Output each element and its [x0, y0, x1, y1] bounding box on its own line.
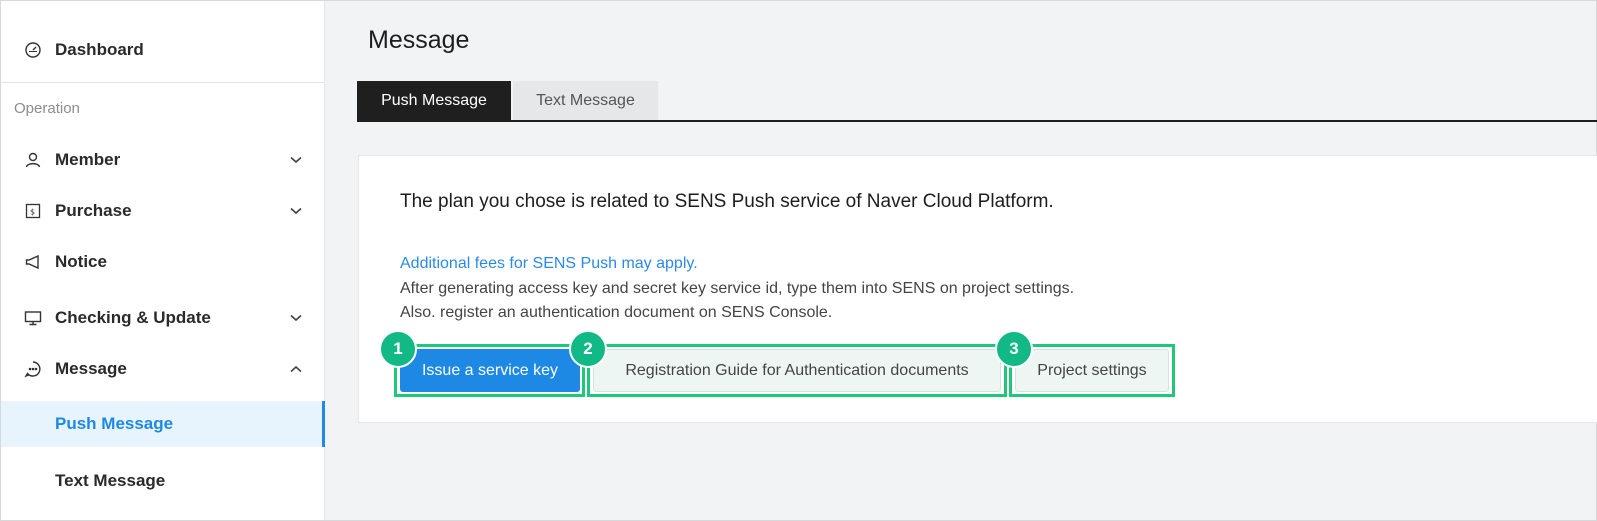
tab-underline [357, 120, 1597, 122]
sidebar: Dashboard Operation Member $ Purchase No… [1, 1, 325, 520]
description-line: After generating access key and secret k… [400, 280, 1075, 297]
divider [1, 82, 325, 83]
sidebar-item-label: Checking & Update [55, 308, 211, 327]
sidebar-item-label: Member [55, 150, 121, 169]
tab-bar: Push Message Text Message [357, 81, 658, 121]
gauge-icon [23, 40, 43, 60]
sidebar-item-label: Notice [55, 252, 107, 271]
page-title: Message [368, 26, 470, 54]
step-badge: 1 [379, 330, 417, 368]
monitor-icon [23, 308, 43, 328]
sidebar-item-label: Message [55, 359, 127, 378]
sidebar-subitem-push-message[interactable]: Push Message [1, 401, 325, 447]
step-badge: 3 [995, 330, 1033, 368]
fees-link[interactable]: Additional fees for SENS Push may apply. [400, 255, 698, 273]
card-title: The plan you chose is related to SENS Pu… [400, 191, 1054, 212]
receipt-icon: $ [23, 201, 43, 221]
sidebar-item-label: Dashboard [55, 40, 144, 59]
svg-text:$: $ [30, 208, 35, 217]
sidebar-item-dashboard[interactable]: Dashboard [1, 28, 325, 72]
project-settings-button[interactable]: Project settings [1015, 349, 1169, 392]
chevron-down-icon [289, 311, 303, 325]
sidebar-subitem-label: Push Message [55, 414, 174, 433]
sidebar-item-notice[interactable]: Notice [1, 240, 325, 284]
sidebar-item-label: Purchase [55, 201, 132, 220]
sidebar-item-message[interactable]: Message [1, 347, 325, 391]
megaphone-icon [23, 252, 43, 272]
sidebar-item-member[interactable]: Member [1, 138, 325, 182]
tab-push-message[interactable]: Push Message [357, 81, 511, 121]
registration-guide-button[interactable]: Registration Guide for Authentication do… [593, 349, 1001, 392]
sidebar-subitem-text-message[interactable]: Text Message [1, 458, 325, 504]
chat-icon [23, 359, 43, 379]
chevron-down-icon [289, 204, 303, 218]
description-line: Also. register an authentication documen… [400, 304, 833, 321]
user-icon [23, 150, 43, 170]
chevron-up-icon [289, 362, 303, 376]
sidebar-subitem-label: Text Message [55, 471, 166, 490]
sidebar-item-purchase[interactable]: $ Purchase [1, 189, 325, 233]
step-badge: 2 [569, 330, 607, 368]
sidebar-item-checking-update[interactable]: Checking & Update [1, 296, 325, 340]
chevron-down-icon [289, 153, 303, 167]
issue-service-key-button[interactable]: Issue a service key [400, 349, 580, 392]
tab-text-message[interactable]: Text Message [513, 81, 658, 121]
section-label: Operation [14, 100, 80, 117]
